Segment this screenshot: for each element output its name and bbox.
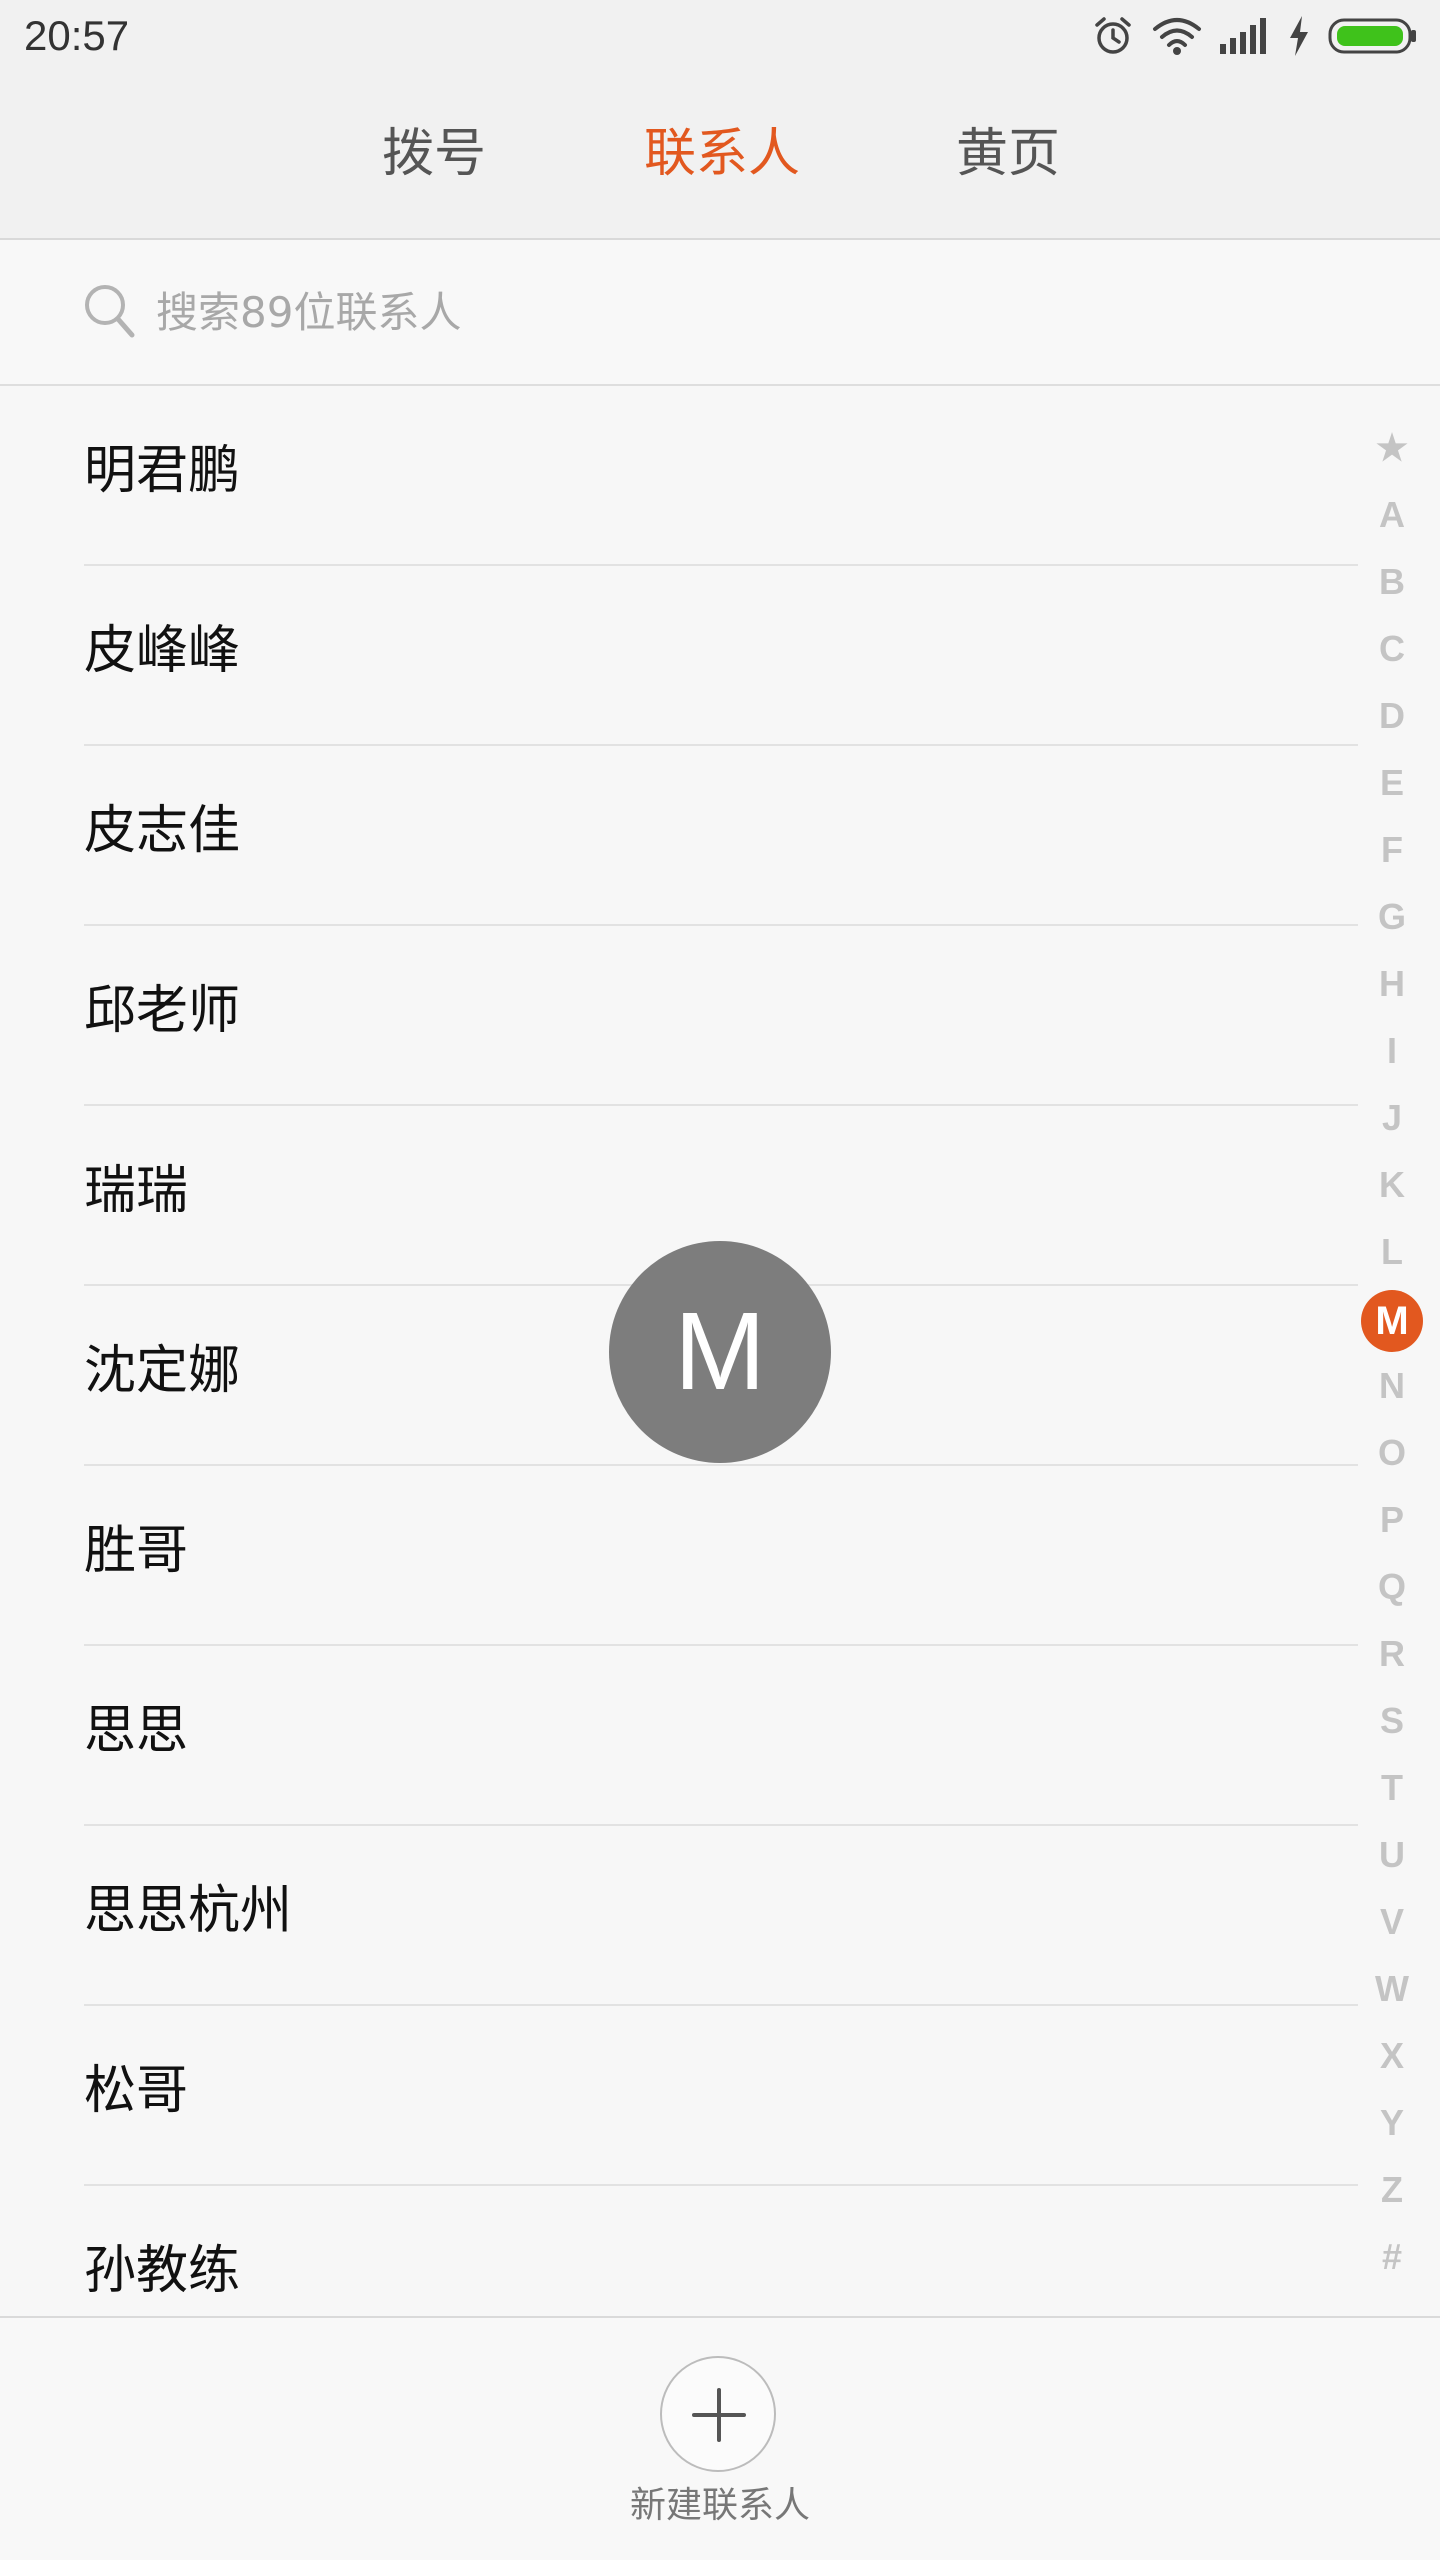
- contact-row[interactable]: 思思: [84, 1646, 1358, 1826]
- letter-indicator-bubble: M: [609, 1241, 831, 1463]
- contact-name: 思思: [84, 1701, 189, 1761]
- charging-icon: [1288, 16, 1310, 56]
- contact-name: 胜哥: [84, 1521, 189, 1581]
- contact-row[interactable]: 胜哥: [84, 1466, 1358, 1646]
- index-letter-o[interactable]: O: [1352, 1419, 1432, 1486]
- search-icon: [84, 284, 136, 340]
- index-letter-t[interactable]: T: [1352, 1754, 1432, 1821]
- index-letter-b[interactable]: B: [1352, 548, 1432, 615]
- contact-row[interactable]: 松哥: [84, 2006, 1358, 2186]
- index-letter-m[interactable]: M: [1352, 1285, 1432, 1353]
- index-letter-a[interactable]: A: [1352, 481, 1432, 548]
- index-letter-e[interactable]: E: [1352, 749, 1432, 816]
- index-letter-j[interactable]: J: [1352, 1084, 1432, 1151]
- add-contact-label[interactable]: 新建联系人: [0, 2484, 1440, 2528]
- status-time: 20:57: [24, 12, 130, 59]
- index-letter-f[interactable]: F: [1352, 816, 1432, 883]
- contact-row[interactable]: 邱老师: [84, 926, 1358, 1106]
- search-input[interactable]: [156, 280, 1056, 344]
- contact-name: 明君鹏: [84, 441, 241, 501]
- index-letter-z[interactable]: Z: [1352, 2156, 1432, 2223]
- index-hash[interactable]: #: [1352, 2223, 1432, 2290]
- wifi-icon: [1152, 16, 1202, 56]
- plus-icon: [692, 2388, 746, 2442]
- contact-row[interactable]: 思思杭州: [84, 1826, 1358, 2006]
- index-letter-v[interactable]: V: [1352, 1888, 1432, 1955]
- index-letter-w[interactable]: W: [1352, 1955, 1432, 2022]
- status-icons: [1092, 12, 1418, 60]
- index-letter-x[interactable]: X: [1352, 2022, 1432, 2089]
- contact-name: 邱老师: [84, 981, 241, 1041]
- index-letter-y[interactable]: Y: [1352, 2089, 1432, 2156]
- index-letter-p[interactable]: P: [1352, 1486, 1432, 1553]
- contact-row[interactable]: 皮峰峰: [84, 566, 1358, 746]
- index-star[interactable]: ★: [1352, 414, 1432, 481]
- signal-icon: [1220, 18, 1270, 54]
- contact-row[interactable]: 孙教练: [84, 2186, 1358, 2316]
- index-letter-g[interactable]: G: [1352, 883, 1432, 950]
- contact-name: 沈定娜: [84, 1341, 241, 1401]
- index-letter-k[interactable]: K: [1352, 1151, 1432, 1218]
- contact-name: 皮志佳: [84, 801, 241, 861]
- contact-name: 松哥: [84, 2061, 189, 2121]
- index-letter-h[interactable]: H: [1352, 950, 1432, 1017]
- index-letter-u[interactable]: U: [1352, 1821, 1432, 1888]
- add-contact-button[interactable]: [660, 2356, 776, 2472]
- tab-dial[interactable]: 拨号: [382, 122, 486, 186]
- alarm-icon: [1092, 15, 1134, 57]
- tab-yellow-pages[interactable]: 黄页: [956, 122, 1060, 186]
- index-letter-q[interactable]: Q: [1352, 1553, 1432, 1620]
- search-bar: [0, 240, 1440, 386]
- contact-name: 孙教练: [84, 2241, 241, 2301]
- index-letter-i[interactable]: I: [1352, 1017, 1432, 1084]
- contact-name: 思思杭州: [84, 1881, 293, 1941]
- bottom-bar: 新建联系人: [0, 2316, 1440, 2560]
- tab-contacts[interactable]: 联系人: [644, 122, 800, 186]
- index-letter-c[interactable]: C: [1352, 615, 1432, 682]
- index-letter-s[interactable]: S: [1352, 1687, 1432, 1754]
- contact-name: 瑞瑞: [84, 1161, 189, 1221]
- contact-row[interactable]: 皮志佳: [84, 746, 1358, 926]
- battery-icon: [1328, 18, 1418, 54]
- index-letter-r[interactable]: R: [1352, 1620, 1432, 1687]
- index-letter-n[interactable]: N: [1352, 1352, 1432, 1419]
- tabs-bar: 拨号 联系人 黄页: [0, 72, 1440, 240]
- index-letter-d[interactable]: D: [1352, 682, 1432, 749]
- index-letter-l[interactable]: L: [1352, 1218, 1432, 1285]
- status-bar: 20:57: [0, 0, 1440, 72]
- contact-name: 皮峰峰: [84, 621, 241, 681]
- alphabet-index[interactable]: ★ A B C D E F G H I J K L M N O P Q R S …: [1352, 414, 1432, 2290]
- contact-row[interactable]: 明君鹏: [84, 386, 1358, 566]
